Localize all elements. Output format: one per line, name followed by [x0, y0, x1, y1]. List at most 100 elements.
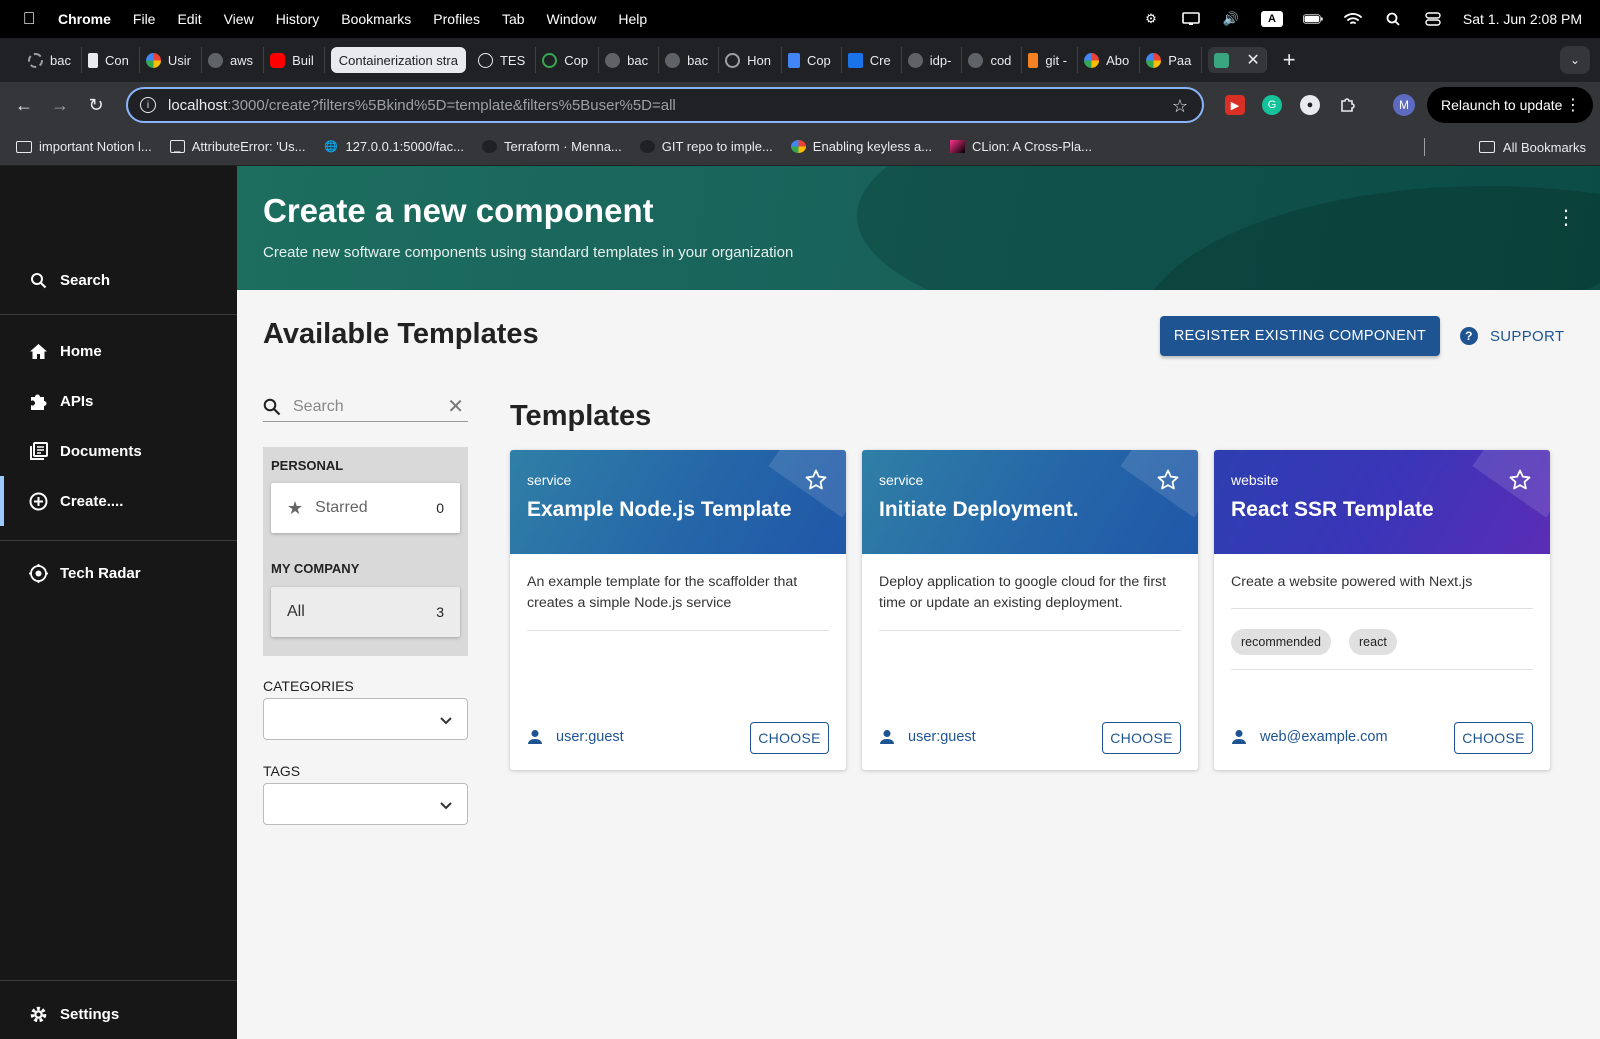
- browser-tab[interactable]: git -: [1022, 47, 1079, 73]
- menu-file[interactable]: File: [133, 11, 156, 27]
- bookmark-item[interactable]: Enabling keyless a...: [790, 139, 932, 154]
- battery-icon[interactable]: [1302, 12, 1323, 26]
- template-card-header: website React SSR Template: [1214, 450, 1550, 554]
- more-vert-icon: ⋮: [1565, 97, 1581, 114]
- browser-tab[interactable]: bac: [659, 47, 720, 73]
- bookmark-item[interactable]: CLion: A Cross-Pla...: [950, 139, 1092, 154]
- sidebar-divider: [0, 980, 237, 981]
- back-arrow-icon[interactable]: ←: [6, 95, 42, 116]
- more-vert-icon[interactable]: ⋮: [1556, 208, 1576, 228]
- display-icon[interactable]: [1181, 12, 1201, 26]
- browser-tab[interactable]: bac: [599, 47, 660, 73]
- reload-icon[interactable]: ↻: [78, 95, 114, 116]
- sidebar-item-documents[interactable]: Documents: [0, 426, 237, 476]
- apple-icon[interactable]: : [0, 9, 58, 29]
- star-outline-icon[interactable]: [1508, 468, 1532, 492]
- support-button[interactable]: ? SUPPORT: [1460, 316, 1564, 356]
- sidebar-item-apis[interactable]: APIs: [0, 376, 237, 426]
- categories-select[interactable]: [263, 698, 468, 740]
- filter-all[interactable]: All 3: [271, 587, 460, 637]
- template-description: An example template for the scaffolder t…: [527, 574, 798, 611]
- menu-help[interactable]: Help: [618, 11, 647, 27]
- clock[interactable]: Sat 1. Jun 2:08 PM: [1463, 11, 1582, 27]
- tab-favicon-icon: [1146, 52, 1162, 68]
- tab-favicon-icon: [847, 52, 863, 68]
- template-search-input[interactable]: Search ✕: [263, 392, 468, 422]
- extension-red-icon[interactable]: ▶: [1225, 95, 1245, 115]
- bookmark-item[interactable]: 🌐 127.0.0.1:5000/fac...: [323, 139, 464, 154]
- browser-tab[interactable]: Cre: [842, 47, 902, 73]
- browser-tab[interactable]: Buil: [264, 47, 325, 73]
- sidebar-item-home[interactable]: Home: [0, 326, 237, 376]
- input-source-icon[interactable]: A: [1260, 11, 1283, 27]
- browser-tab[interactable]: Cop: [536, 47, 600, 73]
- tag-chip[interactable]: react: [1349, 629, 1397, 655]
- bookmark-item[interactable]: important Notion l...: [16, 139, 152, 154]
- browser-tab[interactable]: Paa: [1140, 47, 1203, 73]
- browser-tab[interactable]: idp-: [902, 47, 963, 73]
- accessibility-icon[interactable]: ⚙: [1141, 11, 1161, 26]
- browser-tab[interactable]: bac: [22, 47, 82, 73]
- star-outline-icon[interactable]: [804, 468, 828, 492]
- bookmark-item[interactable]: Terraform · Menna...: [482, 139, 622, 154]
- sidebar-item-create[interactable]: Create....: [0, 476, 237, 526]
- menu-view[interactable]: View: [224, 11, 254, 27]
- register-existing-component-button[interactable]: REGISTER EXISTING COMPONENT: [1160, 316, 1440, 356]
- browser-tab-hovered[interactable]: Containerization stra: [330, 47, 466, 73]
- sidebar-search[interactable]: Search: [0, 255, 237, 305]
- menu-bookmarks[interactable]: Bookmarks: [341, 11, 411, 27]
- address-bar[interactable]: i localhost:3000/create?filters%5Bkind%5…: [126, 87, 1204, 123]
- browser-tab[interactable]: TES: [472, 47, 537, 73]
- site-info-icon[interactable]: i: [140, 97, 156, 113]
- menu-edit[interactable]: Edit: [177, 11, 201, 27]
- choose-button[interactable]: CHOOSE: [1102, 722, 1181, 754]
- menu-history[interactable]: History: [276, 11, 320, 27]
- menu-profiles[interactable]: Profiles: [433, 11, 480, 27]
- close-tab-icon[interactable]: ✕: [1246, 50, 1259, 70]
- bookmark-star-icon[interactable]: ☆: [1172, 96, 1188, 117]
- tab-favicon-icon: [725, 52, 741, 68]
- sidebar-item-settings[interactable]: Settings: [0, 989, 237, 1039]
- extension-circle-icon[interactable]: ●: [1300, 95, 1320, 115]
- menu-tab[interactable]: Tab: [502, 11, 525, 27]
- template-owner-link[interactable]: user:guest: [527, 729, 624, 745]
- browser-tab[interactable]: Abo: [1078, 47, 1141, 73]
- tab-favicon-icon: [207, 52, 223, 68]
- sidebar-item-label: Create....: [60, 492, 124, 510]
- tags-select[interactable]: [263, 783, 468, 825]
- sidebar-item-tech-radar[interactable]: Tech Radar: [0, 548, 237, 598]
- browser-tab[interactable]: Con: [82, 47, 140, 73]
- relaunch-to-update-button[interactable]: Relaunch to update ⋮: [1427, 87, 1593, 123]
- extensions-puzzle-icon[interactable]: [1338, 95, 1358, 115]
- control-center-icon[interactable]: [1423, 12, 1443, 26]
- template-owner-link[interactable]: web@example.com: [1231, 729, 1388, 745]
- tab-label: Abo: [1106, 52, 1130, 68]
- filter-starred[interactable]: ★ Starred 0: [271, 483, 460, 533]
- bookmark-item[interactable]: GIT repo to imple...: [639, 139, 773, 154]
- forward-arrow-icon[interactable]: →: [42, 95, 78, 116]
- browser-tab[interactable]: Hon: [719, 47, 782, 73]
- star-outline-icon[interactable]: [1156, 468, 1180, 492]
- new-tab-icon[interactable]: +: [1283, 47, 1296, 73]
- volume-icon[interactable]: 🔊: [1221, 11, 1241, 26]
- github-icon: [482, 140, 497, 153]
- wifi-icon[interactable]: [1343, 12, 1363, 26]
- browser-tab-current[interactable]: ✕: [1208, 47, 1267, 73]
- all-bookmarks[interactable]: All Bookmarks: [1478, 128, 1586, 166]
- browser-tab[interactable]: cod: [962, 47, 1023, 73]
- grammarly-icon[interactable]: G: [1262, 95, 1282, 115]
- tab-search-icon[interactable]: ⌄: [1560, 46, 1590, 74]
- clear-icon[interactable]: ✕: [447, 394, 464, 419]
- menu-window[interactable]: Window: [547, 11, 597, 27]
- spotlight-search-icon[interactable]: [1383, 12, 1403, 26]
- profile-avatar[interactable]: M: [1393, 94, 1415, 116]
- bookmark-item[interactable]: _ AttributeError: 'Us...: [169, 139, 305, 154]
- tag-chip[interactable]: recommended: [1231, 629, 1331, 655]
- choose-button[interactable]: CHOOSE: [1454, 722, 1533, 754]
- choose-button[interactable]: CHOOSE: [750, 722, 829, 754]
- browser-tab[interactable]: Cop: [782, 47, 842, 73]
- browser-tab[interactable]: Usir: [140, 47, 202, 73]
- template-owner-link[interactable]: user:guest: [879, 729, 976, 745]
- menu-app-name[interactable]: Chrome: [58, 11, 111, 27]
- browser-tab[interactable]: aws: [202, 47, 265, 73]
